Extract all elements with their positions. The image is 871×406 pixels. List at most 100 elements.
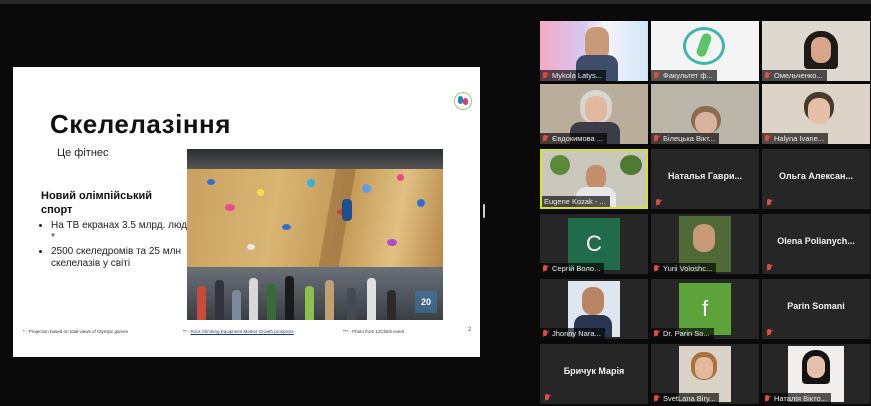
- footnote-link[interactable]: Rock Climbing Equipment Market Growth pr…: [191, 329, 294, 334]
- mic-muted-icon: [542, 135, 549, 142]
- plant: [620, 155, 642, 175]
- participant-tile[interactable]: Наталія Вікто...: [762, 344, 870, 404]
- participant-tile[interactable]: f Dr. Parin So...: [651, 279, 759, 339]
- participant-tile[interactable]: Бричук Марія: [540, 344, 648, 404]
- page-number: 2: [468, 327, 472, 333]
- participant-tile[interactable]: Mykola Latys...: [540, 21, 648, 81]
- participant-name: Mykola Latys...: [540, 70, 607, 81]
- shared-slide: Скелелазіння Це фітнес Новий олімпійськи…: [13, 67, 480, 357]
- participant-name: Наталья Гаври...: [668, 171, 742, 181]
- spectator: [285, 276, 294, 320]
- mic-muted-icon: [766, 199, 773, 206]
- face: [811, 37, 831, 63]
- participant-name: Омельченко...: [762, 70, 827, 81]
- participant-tile[interactable]: Наталья Гаври...: [651, 149, 759, 209]
- participant-tile[interactable]: Білецька Вікт...: [651, 84, 759, 144]
- mic-muted-icon: [766, 329, 773, 336]
- slide-title: Скелелазіння: [50, 109, 231, 139]
- hold: [225, 204, 235, 211]
- mic-muted-icon: [655, 199, 662, 206]
- participant-name: Сергій Воло...: [540, 263, 605, 274]
- participant-name: SvetLana Biry...: [651, 393, 720, 404]
- face: [695, 112, 717, 134]
- mic-muted-icon: [542, 265, 549, 272]
- plant: [550, 155, 570, 175]
- mic-muted-icon: [653, 72, 660, 79]
- logo-icon: [454, 92, 472, 110]
- participant-name: Yurii Voloshc...: [651, 263, 717, 274]
- mic-muted-icon: [653, 265, 660, 272]
- bullet-item: 2500 скеледромів та 25 млн скелелазів у …: [51, 246, 201, 270]
- mic-muted-icon: [542, 330, 549, 337]
- participant-name: Olena Polianych...: [777, 236, 855, 246]
- participant-tile[interactable]: Ольга Алексан...: [762, 149, 870, 209]
- zoom-window: Скелелазіння Це фітнес Новий олімпійськи…: [0, 0, 871, 406]
- mic-muted-icon: [766, 264, 773, 271]
- participant-tile[interactable]: C Сергій Воло...: [540, 214, 648, 274]
- face: [586, 165, 606, 189]
- spectator: [267, 284, 276, 320]
- mic-muted-icon: [653, 330, 660, 337]
- participant-name: Факультет ф...: [651, 70, 717, 81]
- mic-muted-icon: [764, 395, 771, 402]
- participant-tile[interactable]: Омельченко...: [762, 21, 870, 81]
- participant-name: Євдокимова ...: [540, 133, 608, 144]
- hold: [387, 239, 397, 246]
- mic-muted-icon: [544, 394, 551, 401]
- participant-tile[interactable]: Jhonny Nara...: [540, 279, 648, 339]
- slide-heading: Новий олімпійський спорт: [41, 190, 153, 216]
- participant-tile[interactable]: Parin Somani: [762, 279, 870, 339]
- footnote: ** - Rock Climbing Equipment Market Grow…: [183, 329, 294, 334]
- hold: [397, 174, 404, 181]
- participant-name: Ольга Алексан...: [779, 171, 853, 181]
- participant-name: Наталія Вікто...: [762, 393, 831, 404]
- spectator: [215, 280, 224, 320]
- participant-name: Jhonny Nara...: [540, 328, 605, 339]
- hold: [362, 184, 371, 193]
- climbing-photo: 20: [187, 149, 443, 320]
- participant-tile[interactable]: Olena Polianych...: [762, 214, 870, 274]
- spectator: [387, 290, 396, 320]
- face: [808, 98, 830, 124]
- participant-name: Білецька Вікт...: [651, 133, 719, 144]
- hold: [207, 179, 215, 185]
- hold: [257, 189, 264, 196]
- hold: [417, 199, 425, 207]
- footnote: *** - Photo from 12Climb event: [343, 329, 405, 334]
- active-speaker-tile[interactable]: Eugene Kozak - ...: [540, 149, 648, 209]
- participant-tile[interactable]: SvetLana Biry...: [651, 344, 759, 404]
- footnote-prefix: ** -: [183, 329, 191, 334]
- footnote: * - Projection based on total views of O…: [23, 329, 129, 334]
- face: [695, 357, 713, 379]
- face: [807, 356, 825, 378]
- participant-tile[interactable]: Yurii Voloshc...: [651, 214, 759, 274]
- face: [582, 287, 604, 315]
- split-handle[interactable]: [483, 204, 485, 218]
- participant-tile[interactable]: Факультет ф...: [651, 21, 759, 81]
- mic-muted-icon: [653, 135, 660, 142]
- participant-name: Бричук Марія: [563, 366, 625, 376]
- bullet-list: На ТВ екранах 3.5 млрд. людей * 2500 ске…: [31, 220, 201, 272]
- spectator: [347, 288, 356, 320]
- spectator: [305, 286, 314, 320]
- participant-tile[interactable]: Halyna Ivane...: [762, 84, 870, 144]
- spectator: [197, 286, 206, 320]
- spectator: [249, 278, 258, 320]
- face: [585, 27, 609, 57]
- slide-subtitle: Це фітнес: [57, 147, 109, 159]
- hold: [282, 224, 291, 230]
- face: [585, 96, 607, 122]
- participant-name: Eugene Kozak - ...: [542, 196, 610, 207]
- participant-name: Parin Somani: [787, 301, 845, 311]
- mic-muted-icon: [542, 72, 549, 79]
- spectator: [232, 290, 241, 320]
- spectator: [367, 278, 376, 320]
- climber: [342, 199, 352, 221]
- participant-name: Halyna Ivane...: [762, 133, 829, 144]
- participant-tile[interactable]: Євдокимова ...: [540, 84, 648, 144]
- spectator: [325, 280, 334, 320]
- hold: [307, 179, 315, 187]
- bullet-item: На ТВ екранах 3.5 млрд. людей *: [51, 220, 201, 244]
- ceiling: [187, 149, 443, 169]
- crowd: [187, 267, 443, 320]
